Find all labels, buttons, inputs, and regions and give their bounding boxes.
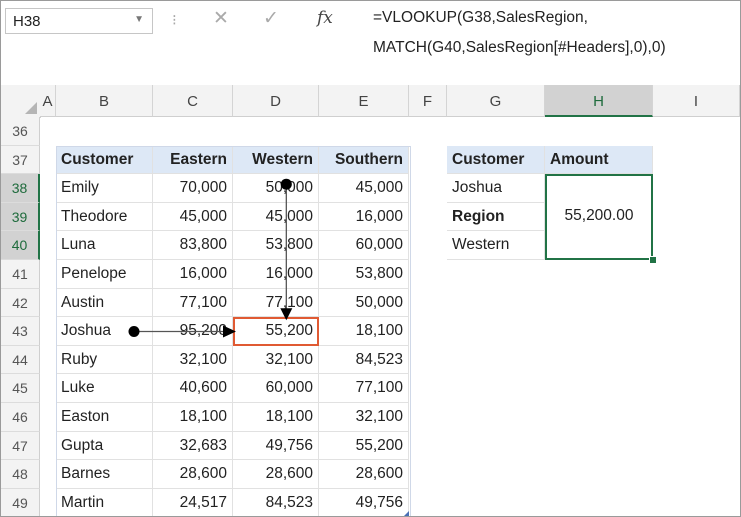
table-cell[interactable]: 84,523 (233, 488, 319, 516)
table-cell[interactable]: 53,800 (319, 260, 409, 289)
worksheet-grid[interactable]: A B C D E F G H I 36 37 38 39 40 41 42 43 44 45 46 47 48 49 Cus… (1, 85, 740, 516)
table-cell[interactable]: 70,000 (153, 174, 233, 203)
chevron-down-icon[interactable]: ▼ (134, 14, 144, 25)
column-header-a[interactable]: A (40, 85, 56, 117)
lookup-header-customer[interactable]: Customer (447, 145, 545, 175)
lookup-customer-cell[interactable]: Joshua (447, 174, 545, 203)
formula-line-1: =VLOOKUP(G38,SalesRegion, (373, 9, 588, 26)
lookup-header-amount[interactable]: Amount (545, 145, 653, 175)
table-header-cell[interactable]: Eastern (153, 145, 233, 175)
insert-function-icon[interactable]: fx (317, 8, 333, 28)
table-resize-handle[interactable] (404, 511, 409, 516)
table-cell[interactable]: 60,000 (319, 231, 409, 260)
result-value: 55,200.00 (564, 206, 634, 224)
table-cell[interactable]: 32,683 (153, 431, 233, 461)
table-cell[interactable]: 18,100 (319, 317, 409, 346)
table-cell[interactable]: 50,000 (319, 288, 409, 318)
table-cell[interactable]: Theodore (56, 202, 153, 232)
row-header-46[interactable]: 46 (1, 403, 40, 432)
table-header-cell[interactable]: Customer (56, 145, 153, 175)
table-cell[interactable]: 49,756 (319, 488, 409, 516)
column-header-c[interactable]: C (153, 85, 233, 117)
table-cell[interactable]: 28,600 (153, 460, 233, 489)
table-cell[interactable]: 83,800 (153, 231, 233, 260)
row-header-49[interactable]: 49 (1, 488, 40, 516)
table-header-cell[interactable]: Southern (319, 145, 409, 175)
table-cell[interactable]: 24,517 (153, 488, 233, 516)
row-header-41[interactable]: 41 (1, 260, 40, 289)
formula-bar: H38 ▼ ⁝ ✕ ✓ fx =VLOOKUP(G38,SalesRegion,… (1, 1, 740, 86)
lookup-region-label[interactable]: Region (447, 202, 545, 232)
formula-line-2: MATCH(G40,SalesRegion[#Headers],0),0) (373, 39, 666, 56)
row-header-37[interactable]: 37 (1, 145, 40, 175)
column-header-b[interactable]: B (56, 85, 153, 117)
column-header-h[interactable]: H (545, 85, 653, 117)
table-cell[interactable]: Emily (56, 174, 153, 203)
column-header-g[interactable]: G (447, 85, 545, 117)
table-cell[interactable]: 55,200 (319, 431, 409, 461)
column-header-d[interactable]: D (233, 85, 319, 117)
formula-input[interactable]: =VLOOKUP(G38,SalesRegion, MATCH(G40,Sale… (351, 1, 740, 85)
table-cell[interactable]: Luke (56, 374, 153, 403)
row-header-45[interactable]: 45 (1, 374, 40, 403)
table-cell[interactable]: Joshua (56, 317, 153, 346)
table-cell[interactable]: 16,000 (233, 260, 319, 289)
table-cell[interactable]: 28,600 (233, 460, 319, 489)
table-cell[interactable]: Easton (56, 403, 153, 432)
table-cell[interactable]: 18,100 (233, 403, 319, 432)
column-header-i[interactable]: I (653, 85, 740, 117)
row-header-39[interactable]: 39 (1, 202, 40, 232)
row-header-43[interactable]: 43 (1, 317, 40, 346)
lookup-region-cell[interactable]: Western (447, 231, 545, 260)
table-cell[interactable]: 77,100 (319, 374, 409, 403)
table-cell[interactable]: 45,000 (153, 202, 233, 232)
row-header-42[interactable]: 42 (1, 288, 40, 318)
table-cell[interactable]: 40,600 (153, 374, 233, 403)
table-cell[interactable]: Penelope (56, 260, 153, 289)
table-cell[interactable]: 77,100 (233, 288, 319, 318)
table-cell[interactable]: 16,000 (153, 260, 233, 289)
table-cell[interactable]: Martin (56, 488, 153, 516)
cancel-icon[interactable]: ✕ (213, 7, 229, 30)
table-cell[interactable]: 95,200 (153, 317, 233, 346)
table-cell[interactable]: 32,100 (153, 345, 233, 375)
column-header-e[interactable]: E (319, 85, 409, 117)
table-cell[interactable]: 28,600 (319, 460, 409, 489)
table-cell[interactable]: 53,800 (233, 231, 319, 260)
name-box-value: H38 (13, 13, 41, 30)
select-all-button[interactable] (1, 85, 41, 118)
column-header-f[interactable]: F (409, 85, 447, 117)
name-box[interactable]: H38 ▼ (5, 8, 153, 34)
table-cell[interactable]: Austin (56, 288, 153, 318)
table-cell[interactable]: 45,000 (233, 202, 319, 232)
table-cell[interactable]: 84,523 (319, 345, 409, 375)
table-cell[interactable]: Luna (56, 231, 153, 260)
row-header-47[interactable]: 47 (1, 431, 40, 461)
table-cell[interactable]: Barnes (56, 460, 153, 489)
table-cell[interactable]: 77,100 (153, 288, 233, 318)
row-header-44[interactable]: 44 (1, 345, 40, 375)
table-cell[interactable]: 49,756 (233, 431, 319, 461)
table-cell[interactable]: 32,100 (233, 345, 319, 375)
table-cell[interactable]: 16,000 (319, 202, 409, 232)
table-cell[interactable]: Gupta (56, 431, 153, 461)
row-header-40[interactable]: 40 (1, 231, 40, 260)
table-cell[interactable]: Ruby (56, 345, 153, 375)
row-header-38[interactable]: 38 (1, 174, 40, 203)
excel-window: H38 ▼ ⁝ ✕ ✓ fx =VLOOKUP(G38,SalesRegion,… (0, 0, 741, 517)
table-cell[interactable]: 18,100 (153, 403, 233, 432)
table-header-cell[interactable]: Western (233, 145, 319, 175)
enter-check-icon[interactable]: ✓ (263, 7, 279, 30)
row-header-48[interactable]: 48 (1, 460, 40, 489)
fill-handle[interactable] (649, 256, 657, 264)
row-header-36[interactable]: 36 (1, 117, 40, 146)
table-cell[interactable]: 55,200 (233, 317, 319, 346)
table-cell[interactable]: 45,000 (319, 174, 409, 203)
table-cell[interactable]: 60,000 (233, 374, 319, 403)
table-cell[interactable]: 32,100 (319, 403, 409, 432)
vertical-dots-icon: ⁝ (172, 12, 177, 29)
table-cell[interactable]: 50,000 (233, 174, 319, 203)
